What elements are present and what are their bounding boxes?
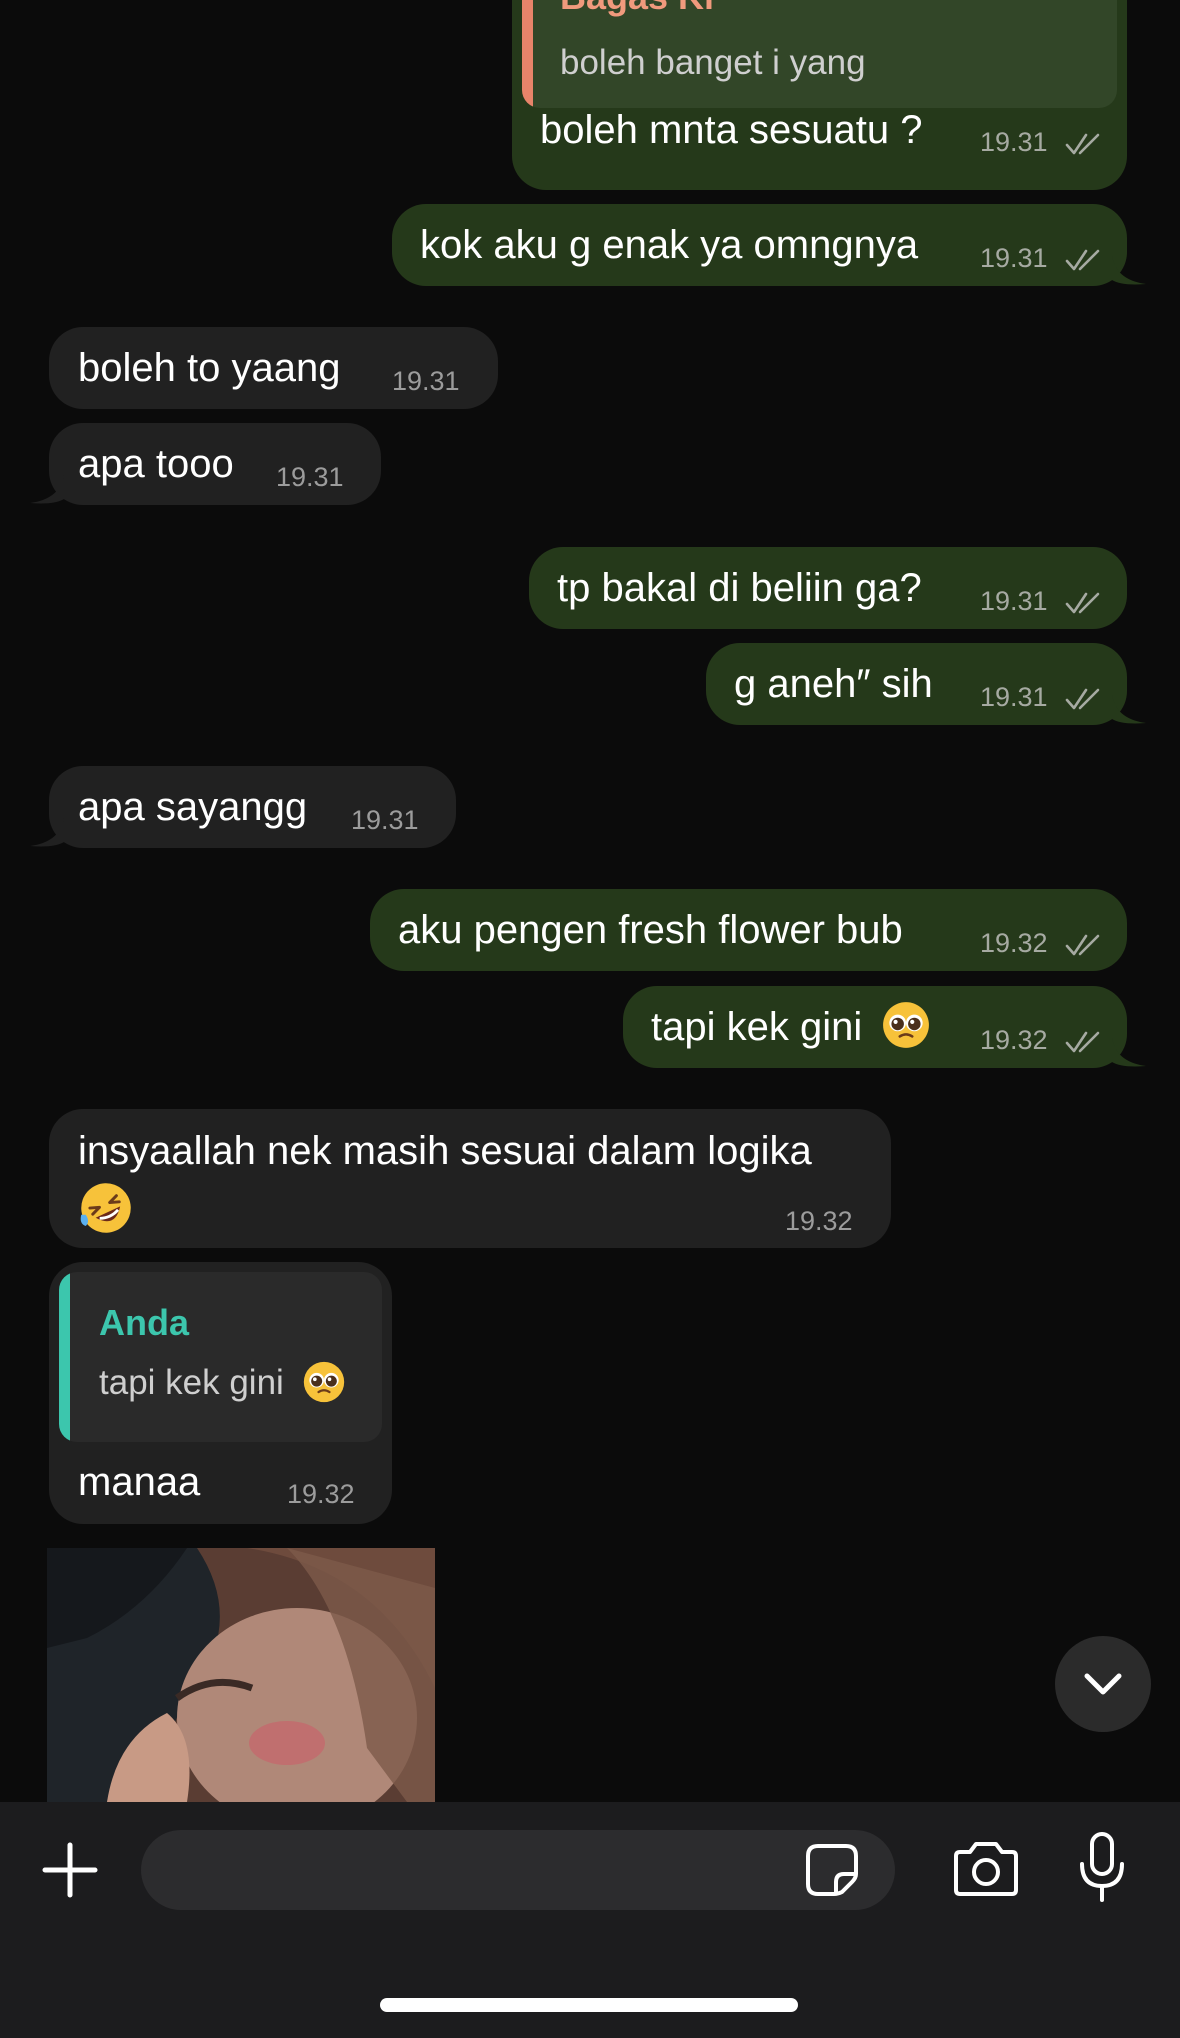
- quoted-message[interactable]: Bagas Ki boleh banget i yang: [522, 0, 1117, 108]
- quoted-sender-name: Bagas Ki: [560, 0, 714, 18]
- pleading-face-emoji: [303, 1361, 344, 1402]
- quote-bar: [59, 1272, 70, 1442]
- camera-icon[interactable]: [948, 1840, 1024, 1900]
- plus-icon[interactable]: [35, 1835, 105, 1905]
- double-check-icon: [1065, 688, 1100, 710]
- message-bubble-outgoing[interactable]: g aneh″ sih 19.31: [706, 643, 1127, 725]
- chat-area[interactable]: Bagas Ki boleh banget i yang boleh mnta …: [0, 0, 1180, 1802]
- double-check-icon: [1065, 133, 1100, 155]
- message-text: apa tooo: [78, 442, 234, 486]
- microphone-icon[interactable]: [1072, 1830, 1132, 1906]
- message-bubble-incoming[interactable]: Anda tapi kek gini manaa 19.32: [49, 1262, 392, 1524]
- message-bubble-incoming[interactable]: apa tooo 19.31: [49, 423, 381, 505]
- message-text: boleh to yaang: [78, 346, 341, 390]
- message-time: 19.32: [980, 928, 1048, 958]
- message-bubble-incoming[interactable]: insyaallah nek masih sesuai dalam logika…: [49, 1109, 891, 1248]
- home-indicator[interactable]: [380, 1998, 798, 2012]
- message-bubble-outgoing[interactable]: aku pengen fresh flower bub 19.32: [370, 889, 1127, 971]
- message-time: 19.31: [351, 805, 419, 835]
- message-bubble-incoming[interactable]: apa sayangg 19.31: [49, 766, 456, 848]
- message-text: insyaallah nek masih sesuai dalam logika: [78, 1129, 812, 1173]
- message-time: 19.31: [980, 586, 1048, 616]
- message-text-content: tapi kek gini: [651, 1005, 863, 1049]
- message-text: manaa: [78, 1460, 201, 1504]
- quoted-text: tapi kek gini: [99, 1361, 346, 1407]
- message-bubble-outgoing[interactable]: Bagas Ki boleh banget i yang boleh mnta …: [512, 0, 1127, 190]
- pleading-face-emoji: [883, 1002, 930, 1049]
- message-text: apa sayangg: [78, 785, 308, 829]
- quote-bar: [522, 0, 533, 108]
- quoted-text: boleh banget i yang: [560, 43, 866, 82]
- double-check-icon: [1065, 249, 1100, 271]
- message-text: kok aku g enak ya omngnya: [420, 223, 919, 267]
- bubble-tail: [30, 475, 64, 504]
- message-bubble-outgoing[interactable]: tapi kek gini 19.32: [623, 986, 1127, 1068]
- message-text: tp bakal di beliin ga?: [557, 566, 922, 610]
- message-bubble-incoming[interactable]: boleh to yaang 19.31: [49, 327, 498, 409]
- message-time: 19.32: [980, 1025, 1048, 1055]
- double-check-icon: [1065, 592, 1100, 614]
- message-bubble-outgoing[interactable]: kok aku g enak ya omngnya 19.31: [392, 204, 1127, 286]
- message-text: boleh mnta sesuatu ?: [540, 108, 923, 152]
- photo-image: [47, 1548, 435, 1802]
- bubble-tail: [30, 818, 64, 847]
- bubble-tail: [1112, 695, 1146, 724]
- chevron-down-icon: [1084, 1673, 1122, 1695]
- quoted-text-content: tapi kek gini: [99, 1363, 284, 1402]
- message-bubble-outgoing[interactable]: tp bakal di beliin ga? 19.31: [529, 547, 1127, 629]
- message-text: aku pengen fresh flower bub: [398, 908, 903, 952]
- message-text: tapi kek gini: [651, 1002, 931, 1054]
- bubble-tail: [1112, 1038, 1146, 1067]
- message-time: 19.32: [785, 1206, 853, 1236]
- double-check-icon: [1065, 1031, 1100, 1053]
- rolling-on-floor-laughing-emoji: [80, 1183, 131, 1233]
- quoted-message[interactable]: Anda tapi kek gini: [59, 1272, 382, 1442]
- message-input[interactable]: [141, 1830, 895, 1910]
- message-time: 19.31: [980, 127, 1048, 157]
- quoted-sender-name: Anda: [99, 1302, 189, 1343]
- bubble-tail: [1112, 256, 1146, 285]
- sticker-icon[interactable]: [802, 1840, 862, 1900]
- message-time: 19.31: [392, 366, 460, 396]
- double-check-icon: [1065, 934, 1100, 956]
- message-time: 19.32: [287, 1479, 355, 1509]
- message-time: 19.31: [980, 682, 1048, 712]
- message-text: g aneh″ sih: [734, 662, 933, 706]
- photo-message[interactable]: [47, 1548, 435, 1802]
- message-time: 19.31: [276, 462, 344, 492]
- scroll-to-bottom-button[interactable]: [1055, 1636, 1151, 1732]
- message-time: 19.31: [980, 243, 1048, 273]
